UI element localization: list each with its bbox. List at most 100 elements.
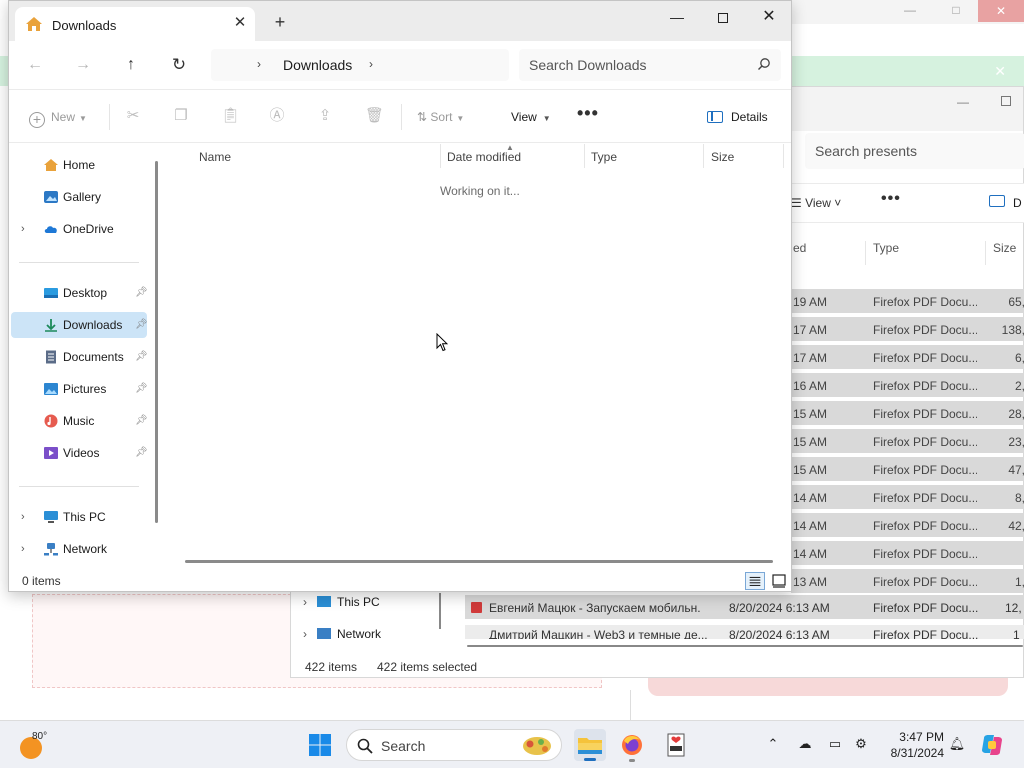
- sidebar-item-gallery[interactable]: Gallery: [11, 184, 147, 210]
- taskbar-file-explorer[interactable]: [574, 729, 606, 761]
- settings-icon[interactable]: ⚙︎: [852, 735, 870, 753]
- forward-button[interactable]: →: [71, 53, 95, 77]
- background-file-row: 16 AM Firefox PDF Docu... 2,: [791, 373, 1024, 397]
- network-offline-icon[interactable]: ☁︎: [796, 735, 814, 753]
- background-file-date: 15 AM: [793, 463, 828, 477]
- background-nav-label: This PC: [337, 595, 380, 609]
- computer-icon: [44, 511, 58, 523]
- pin-icon[interactable]: 📌︎: [135, 376, 148, 402]
- taskbar-clock[interactable]: 3:47 PM 8/31/2024: [884, 729, 944, 761]
- sidebar-item-downloads[interactable]: Downloads 📌︎: [11, 312, 148, 338]
- more-options-button[interactable]: •••: [577, 102, 599, 124]
- share-icon[interactable]: ⇪: [317, 108, 333, 124]
- background-vertical-scrollbar: [439, 593, 441, 629]
- taskbar-search[interactable]: [346, 729, 562, 761]
- desktop-icon: [44, 288, 58, 298]
- folder-icon: [578, 738, 602, 754]
- nav-divider: [19, 262, 139, 263]
- tiles-view-icon[interactable]: [769, 572, 789, 590]
- chevron-right-icon[interactable]: ›: [21, 504, 25, 530]
- rename-icon[interactable]: Ⓐ: [269, 108, 285, 124]
- firefox-icon: [622, 735, 642, 755]
- search-icon[interactable]: [757, 57, 771, 71]
- close-button[interactable]: ✕: [746, 1, 791, 33]
- mouse-cursor-icon: [436, 333, 448, 352]
- sidebar-item-pictures[interactable]: Pictures 📌︎: [11, 376, 148, 402]
- chevron-right-icon: ›: [303, 627, 307, 641]
- horizontal-scrollbar[interactable]: [185, 560, 773, 563]
- search-box[interactable]: [519, 49, 781, 81]
- display-icon[interactable]: ▭: [826, 735, 844, 753]
- nav-scrollbar[interactable]: [155, 161, 158, 523]
- column-separator[interactable]: [703, 144, 704, 168]
- background-file-size: 138,: [1001, 323, 1024, 337]
- column-header-date-modified[interactable]: Date modified: [447, 150, 521, 164]
- copilot-icon[interactable]: [980, 733, 1004, 757]
- pin-icon[interactable]: 📌︎: [135, 344, 148, 370]
- column-separator[interactable]: [783, 144, 784, 168]
- view-button[interactable]: View ▼: [511, 106, 551, 128]
- tab-downloads[interactable]: Downloads ✕: [15, 7, 255, 41]
- sidebar-item-videos[interactable]: Videos 📌︎: [11, 440, 148, 466]
- sidebar-item-label: Documents: [63, 350, 124, 364]
- background-file-row: Дмитрий Мацкин - Web3 и темные де... 8/2…: [465, 625, 1024, 639]
- pin-icon[interactable]: 📌︎: [135, 440, 148, 466]
- pin-icon[interactable]: 📌︎: [135, 408, 148, 434]
- copy-icon[interactable]: ❐: [173, 108, 189, 124]
- background-file-type: Firefox PDF Docu...: [873, 295, 977, 309]
- background-file-date: 14 AM: [793, 519, 828, 533]
- background-file-date: 16 AM: [793, 379, 828, 393]
- sidebar-item-music[interactable]: Music 📌︎: [11, 408, 148, 434]
- file-list-area[interactable]: Name ▲ Date modified Type Size Working o…: [165, 143, 791, 568]
- new-button[interactable]: + New ▼: [29, 106, 87, 128]
- maximize-button[interactable]: [700, 1, 746, 33]
- minimize-button[interactable]: —: [654, 1, 700, 33]
- sidebar-item-desktop[interactable]: Desktop 📌︎: [11, 280, 148, 306]
- chevron-right-icon[interactable]: ›: [257, 57, 261, 71]
- taskbar-firefox[interactable]: [616, 729, 648, 762]
- sidebar-item-network[interactable]: › Network: [11, 536, 147, 562]
- back-button[interactable]: ←: [23, 53, 47, 77]
- sidebar-item-home[interactable]: Home: [11, 152, 147, 178]
- chevron-right-icon[interactable]: ›: [369, 57, 373, 71]
- address-bar[interactable]: › Downloads ›: [211, 49, 509, 81]
- sidebar-item-this-pc[interactable]: › This PC: [11, 504, 147, 530]
- background-file-size: 12,: [1005, 601, 1022, 615]
- notification-bell-icon[interactable]: 🔔︎: [948, 735, 966, 753]
- column-header-name[interactable]: Name: [199, 150, 231, 164]
- refresh-button[interactable]: ↻: [167, 53, 191, 77]
- search-input[interactable]: [529, 55, 739, 75]
- background-file-row: 13 AM Firefox PDF Docu... 1,: [791, 569, 1024, 593]
- sidebar-item-documents[interactable]: Documents 📌︎: [11, 344, 148, 370]
- new-tab-button[interactable]: +: [271, 13, 289, 31]
- chevron-right-icon[interactable]: ›: [21, 536, 25, 562]
- view-label: View: [511, 110, 537, 124]
- column-header-size[interactable]: Size: [711, 150, 734, 164]
- background-file-type: Firefox PDF Docu...: [873, 435, 977, 449]
- taskbar-search-input[interactable]: [381, 737, 501, 755]
- breadcrumb-downloads[interactable]: Downloads: [283, 57, 352, 73]
- chevron-up-icon[interactable]: ⌃: [764, 735, 782, 753]
- background-maximize-icon: □: [952, 3, 960, 17]
- sidebar-item-label: OneDrive: [63, 222, 114, 236]
- paste-icon[interactable]: 📋︎: [221, 108, 240, 124]
- column-separator[interactable]: [584, 144, 585, 168]
- sidebar-item-onedrive[interactable]: › OneDrive: [11, 216, 147, 242]
- cut-icon[interactable]: ✂: [125, 108, 141, 124]
- column-header-type[interactable]: Type: [591, 150, 617, 164]
- pin-icon[interactable]: 📌︎: [135, 312, 148, 338]
- taskbar-pdf-app[interactable]: [660, 729, 692, 761]
- background-file-size: 2,: [1014, 379, 1024, 393]
- close-tab-icon[interactable]: ✕: [231, 14, 249, 32]
- sort-button[interactable]: ⇅ Sort ▼: [417, 106, 464, 128]
- file-explorer-window: Downloads ✕ + — ✕ ← → ↑ ↻ › Downloads › …: [8, 0, 792, 592]
- background-search-box: Search presents: [805, 133, 1024, 169]
- details-pane-button[interactable]: Details: [707, 106, 768, 128]
- pin-icon[interactable]: 📌︎: [135, 280, 148, 306]
- up-button[interactable]: ↑: [119, 53, 143, 77]
- windows-start-icon[interactable]: [308, 733, 332, 757]
- column-separator[interactable]: [440, 144, 441, 168]
- delete-icon[interactable]: 🗑︎: [365, 108, 384, 124]
- details-view-icon[interactable]: [745, 572, 765, 590]
- chevron-right-icon[interactable]: ›: [21, 216, 25, 242]
